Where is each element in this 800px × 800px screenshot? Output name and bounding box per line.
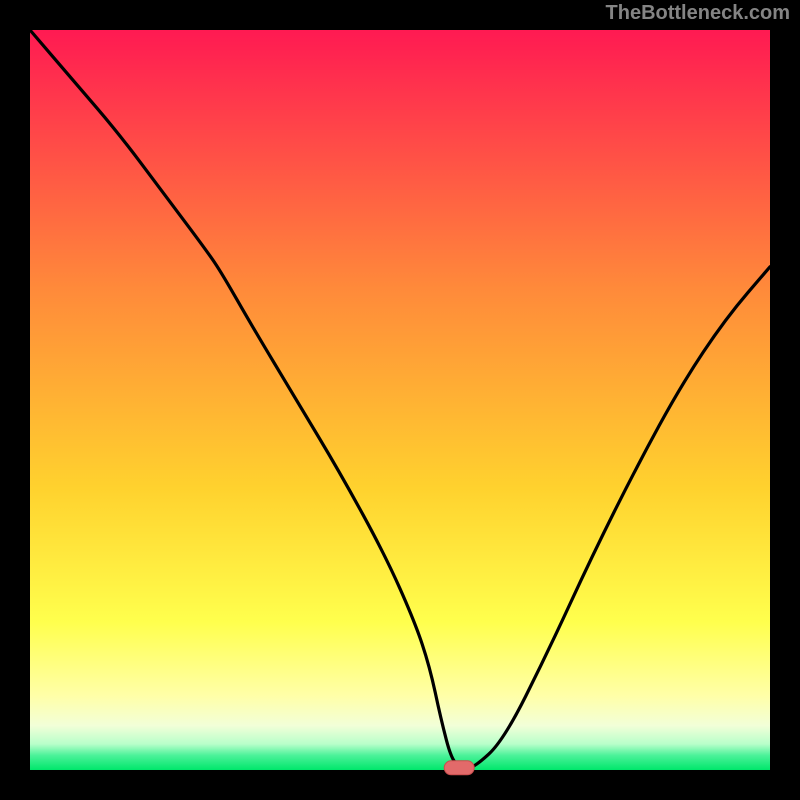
chart-container: TheBottleneck.com <box>0 0 800 800</box>
plot-background <box>30 30 770 770</box>
minimum-marker <box>444 761 474 775</box>
attribution-text: TheBottleneck.com <box>606 2 790 25</box>
bottleneck-chart <box>0 0 800 800</box>
